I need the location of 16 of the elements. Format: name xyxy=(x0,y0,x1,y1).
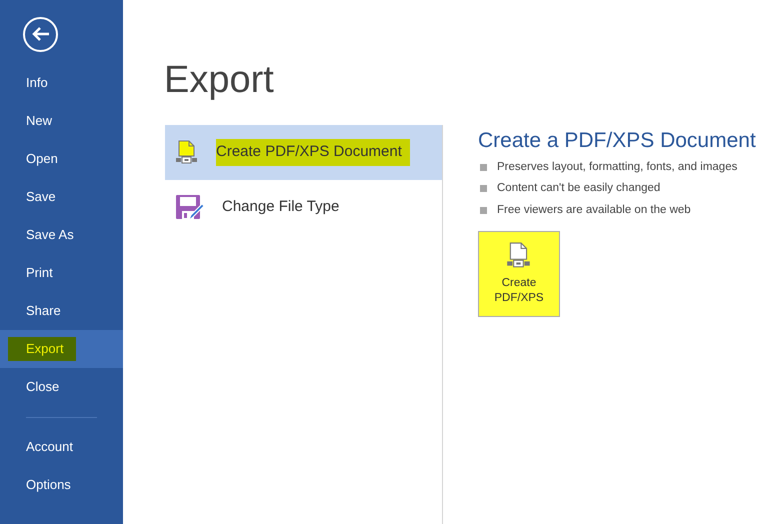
sidebar-item[interactable]: Export xyxy=(0,330,123,368)
pdf-document-icon xyxy=(175,140,199,166)
bullet-text: Free viewers are available on the web xyxy=(497,202,691,218)
create-pdf-xps-button[interactable]: Create PDF/XPS xyxy=(478,230,560,317)
floppy-disk-pencil-icon xyxy=(175,194,205,222)
bullet-text: Content can't be easily changed xyxy=(497,181,660,196)
back-arrow-icon xyxy=(32,26,50,42)
export-option[interactable]: Create PDF/XPS Document xyxy=(165,125,442,180)
page-title: Export xyxy=(164,58,274,102)
section-title: Create a PDF/XPS Document xyxy=(478,128,756,154)
bullet-icon xyxy=(480,164,487,172)
bullet-icon xyxy=(480,185,487,192)
pdf-document-icon xyxy=(506,242,532,270)
bullet-icon xyxy=(480,206,487,214)
back-button[interactable] xyxy=(23,16,58,52)
bullet-text: Preserves layout, formatting, fonts, and images xyxy=(497,160,738,175)
